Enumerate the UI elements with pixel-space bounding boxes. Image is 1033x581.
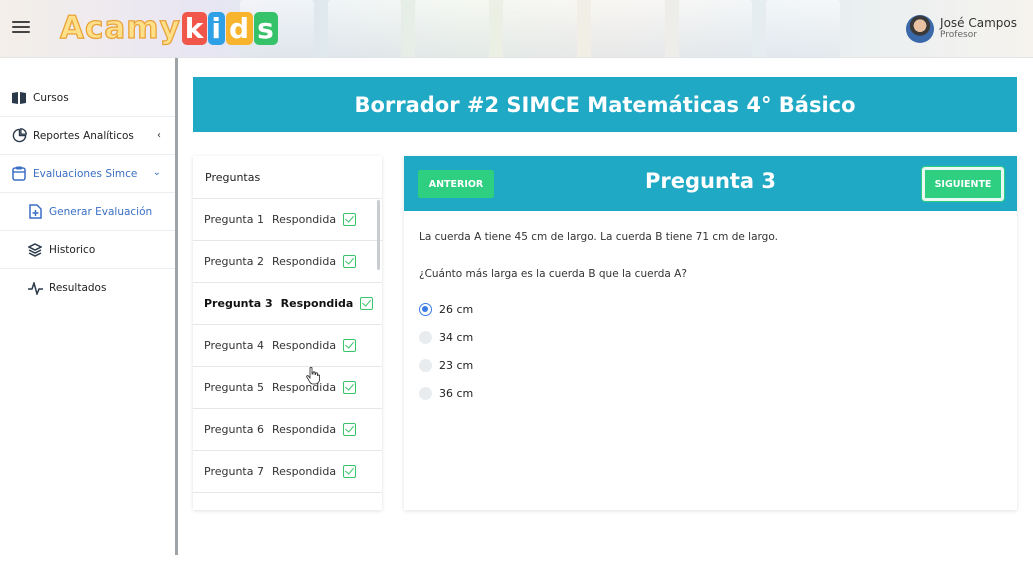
book-icon xyxy=(11,90,27,106)
sidebar-item-historico[interactable]: Historico xyxy=(0,231,175,269)
hamburger-menu-icon[interactable] xyxy=(12,18,30,36)
question-card: ANTERIOR Pregunta 3 SIGUIENTE La cuerda … xyxy=(404,156,1017,510)
pie-chart-icon xyxy=(11,128,27,144)
check-square-icon xyxy=(343,381,357,394)
question-label: Pregunta 2 xyxy=(204,255,264,268)
check-square-icon xyxy=(360,297,374,310)
sidebar-item-evaluaciones-simce[interactable]: Evaluaciones Simce ⌄ xyxy=(0,155,175,193)
sidebar-item-label: Resultados xyxy=(49,282,107,294)
question-list-item[interactable]: Pregunta 5 Respondida xyxy=(193,367,382,409)
question-list-item[interactable]: Pregunta 4 Respondida xyxy=(193,325,382,367)
check-square-icon xyxy=(343,339,357,352)
radio-button[interactable] xyxy=(419,330,432,344)
file-plus-icon xyxy=(27,204,43,220)
questions-panel: Preguntas Pregunta 1 Respondida Pregunta 2… xyxy=(193,156,382,510)
sidebar-item-label: Reportes Analíticos xyxy=(33,129,134,142)
question-list-item[interactable]: Pregunta 3 Respondida xyxy=(193,283,382,325)
questions-list: Pregunta 1 Respondida Pregunta 2 Respondida… xyxy=(193,199,382,509)
question-status: Respondida xyxy=(280,297,354,310)
user-name: José Campos xyxy=(940,16,1017,30)
question-list-item-partial[interactable] xyxy=(193,493,382,509)
answer-option-label: 26 cm xyxy=(439,302,474,316)
sidebar-item-label: Generar Evaluación xyxy=(49,205,153,218)
answer-options: 26 cm 34 cm 23 cm 36 cm xyxy=(419,295,1002,407)
question-label: Pregunta 1 xyxy=(204,213,264,226)
questions-panel-header: Preguntas xyxy=(193,156,382,199)
questions-scrollbar[interactable] xyxy=(377,200,380,270)
answer-option-label: 23 cm xyxy=(439,358,474,372)
sidebar-item-generar-evaluacion[interactable]: Generar Evaluación xyxy=(0,193,175,231)
question-status: Respondida xyxy=(271,381,337,394)
question-text: La cuerda A tiene 45 cm de largo. La cue… xyxy=(419,231,778,243)
answer-option[interactable]: 36 cm xyxy=(419,379,1002,407)
question-prompt: ¿Cuánto más larga es la cuerda B que la … xyxy=(419,268,687,280)
answer-option-label: 36 cm xyxy=(439,386,474,400)
logo-letter: k xyxy=(181,11,208,45)
question-header: ANTERIOR Pregunta 3 SIGUIENTE xyxy=(404,156,1017,211)
sidebar-item-label: Cursos xyxy=(33,91,69,104)
check-square-icon xyxy=(343,255,357,268)
question-status: Respondida xyxy=(271,213,337,226)
radio-button[interactable] xyxy=(419,386,432,400)
answer-option[interactable]: 23 cm xyxy=(419,351,1002,379)
question-list-item[interactable]: Pregunta 1 Respondida xyxy=(193,199,382,241)
question-list-item[interactable]: Pregunta 2 Respondida xyxy=(193,241,382,283)
question-label: Pregunta 6 xyxy=(204,423,264,436)
sidebar-item-label: Historico xyxy=(49,243,96,256)
app-logo[interactable]: Acamy kids xyxy=(59,8,278,48)
radio-button[interactable] xyxy=(419,302,432,316)
question-label: Pregunta 5 xyxy=(204,381,264,394)
clipboard-icon xyxy=(11,166,27,182)
question-status: Respondida xyxy=(271,465,337,478)
sidebar-item-resultados[interactable]: Resultados xyxy=(0,269,175,307)
page-title: Borrador #2 SIMCE Matemáticas 4° Básico xyxy=(193,77,1017,132)
logo-letter: i xyxy=(208,11,226,45)
answer-option[interactable]: 26 cm xyxy=(419,295,1002,323)
question-label: Pregunta 4 xyxy=(204,339,264,352)
next-button[interactable]: SIGUIENTE xyxy=(922,167,1004,201)
question-list-item[interactable]: Pregunta 7 Respondida xyxy=(193,451,382,493)
user-role: Profesor xyxy=(940,30,977,40)
radio-button[interactable] xyxy=(419,358,432,372)
answer-option-label: 34 cm xyxy=(439,330,474,344)
layers-icon xyxy=(27,242,43,258)
hand-pointer-icon xyxy=(306,367,320,385)
check-square-icon xyxy=(343,465,357,478)
check-square-icon xyxy=(343,423,357,436)
logo-letter: s xyxy=(254,11,278,45)
logo-text-kids: kids xyxy=(181,11,278,45)
avatar xyxy=(906,15,935,43)
logo-text-acamy: Acamy xyxy=(59,9,181,46)
sidebar-item-reportes[interactable]: Reportes Analíticos ‹ xyxy=(0,117,175,155)
question-status: Respondida xyxy=(271,339,337,352)
answer-option[interactable]: 34 cm xyxy=(419,323,1002,351)
sidebar-item-label: Evaluaciones Simce xyxy=(33,167,138,180)
question-label: Pregunta 3 xyxy=(204,297,273,310)
header-background-image xyxy=(240,0,841,58)
sidebar-item-cursos[interactable]: Cursos xyxy=(0,79,175,117)
sidebar: Cursos Reportes Analíticos ‹ Evaluacione… xyxy=(0,58,178,555)
logo-letter: d xyxy=(226,11,254,45)
question-status: Respondida xyxy=(271,423,337,436)
activity-icon xyxy=(27,280,43,296)
question-label: Pregunta 7 xyxy=(204,465,264,478)
question-status: Respondida xyxy=(271,255,337,268)
question-list-item[interactable]: Pregunta 6 Respondida xyxy=(193,409,382,451)
chevron-down-icon: ⌄ xyxy=(152,167,161,178)
check-square-icon xyxy=(343,213,357,226)
question-body: La cuerda A tiene 45 cm de largo. La cue… xyxy=(404,211,1017,426)
user-profile[interactable]: José Campos Profesor xyxy=(906,9,1017,49)
top-bar: Acamy kids José Campos Profesor xyxy=(0,0,1033,58)
chevron-left-icon: ‹ xyxy=(157,130,161,141)
